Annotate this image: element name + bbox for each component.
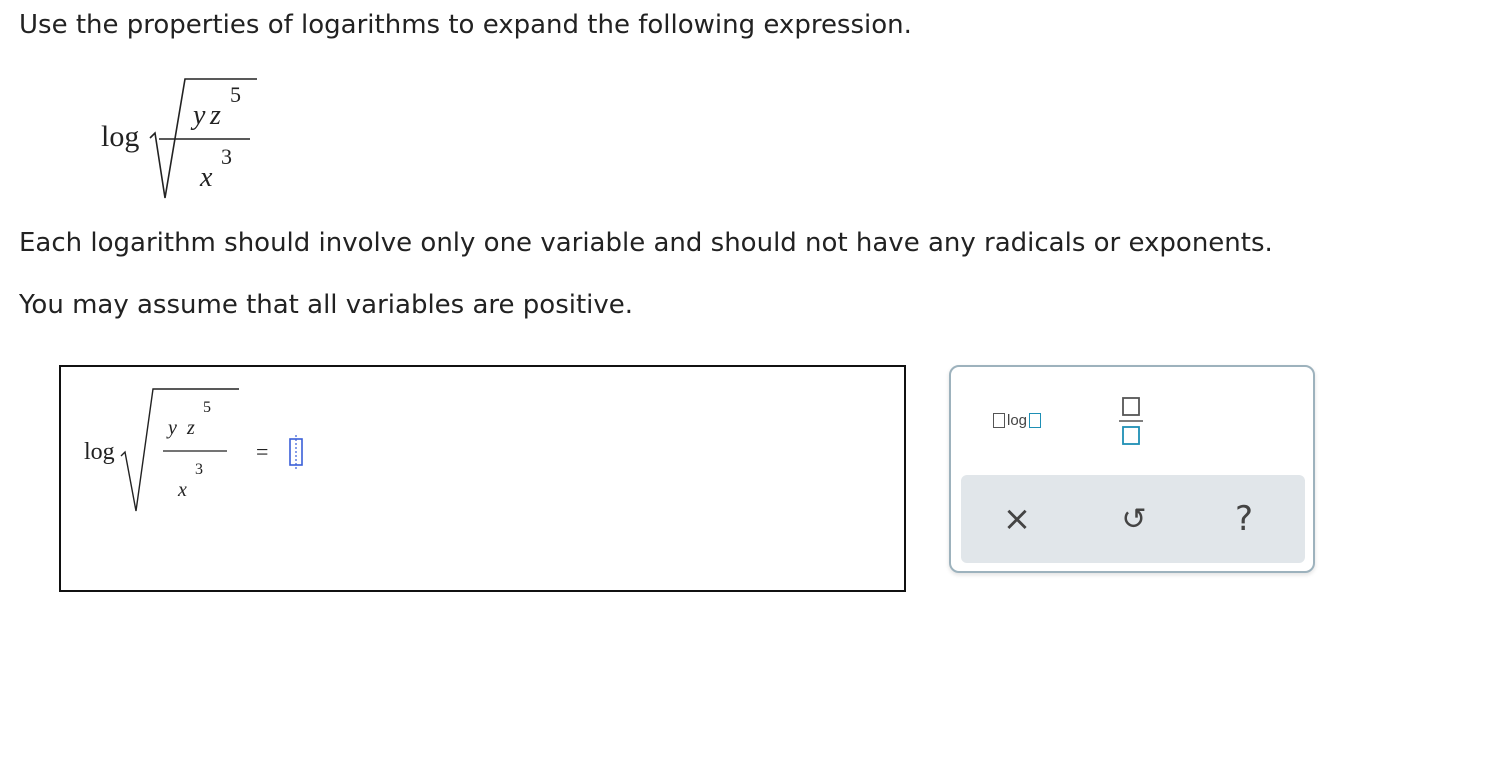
log-label: log <box>84 439 115 465</box>
clear-button[interactable]: × <box>989 495 1045 543</box>
placeholder-box-icon <box>1029 412 1042 428</box>
numerator-exponent: 5 <box>230 82 241 107</box>
help-button[interactable]: ? <box>1216 495 1272 543</box>
instruction-text: Use the properties of logarithms to expa… <box>19 10 912 40</box>
fraction-template-button[interactable] <box>1111 391 1151 451</box>
input-cursor-icon <box>289 435 303 469</box>
expression-display: log y z 5 x 3 <box>95 70 275 205</box>
undo-icon: ↺ <box>1121 501 1147 537</box>
numerator-y: y <box>168 417 177 439</box>
fraction-template-icon <box>1119 397 1143 445</box>
equals-sign: = <box>256 439 269 464</box>
denominator-exponent: 3 <box>195 461 203 478</box>
math-keypad: log × ↺ ? <box>949 365 1315 573</box>
numerator-z: z <box>187 417 195 439</box>
instruction-text: Each logarithm should involve only one v… <box>19 228 1273 258</box>
placeholder-box-icon <box>992 412 1005 428</box>
numerator-z: z <box>210 100 221 131</box>
numerator-exponent: 5 <box>203 399 211 416</box>
keypad-actions: × ↺ ? <box>961 475 1305 563</box>
help-icon: ? <box>1234 499 1254 539</box>
denominator-x: x <box>178 479 187 501</box>
undo-button[interactable]: ↺ <box>1106 495 1162 543</box>
numerator-y: y <box>193 100 206 131</box>
instruction-text: You may assume that all variables are po… <box>19 290 634 320</box>
denominator-x: x <box>200 162 213 193</box>
log-template-button[interactable]: log <box>979 405 1055 435</box>
answer-input-area[interactable]: log y z 5 x 3 = <box>59 365 906 592</box>
clear-icon: × <box>1002 499 1032 539</box>
denominator-exponent: 3 <box>221 144 232 169</box>
log-label: log <box>101 120 140 153</box>
log-button-label: log <box>1006 411 1028 429</box>
answer-cursor-field[interactable] <box>286 431 306 471</box>
